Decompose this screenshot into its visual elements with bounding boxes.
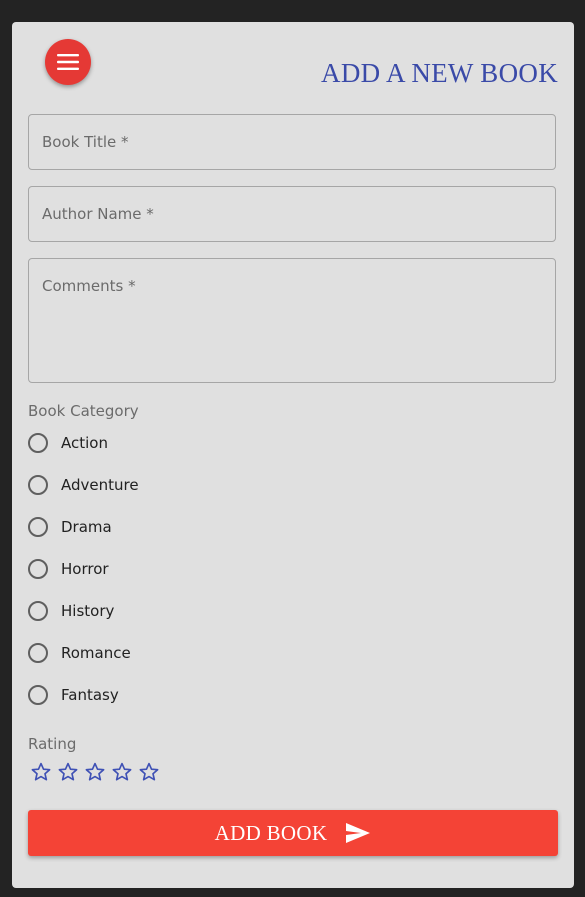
comments-placeholder: Comments * [42,277,136,295]
add-book-button-label: ADD BOOK [214,820,328,845]
radio-button[interactable] [28,643,48,663]
radio-option-fantasy[interactable]: Fantasy [28,683,119,707]
star-outline-icon[interactable] [111,761,133,783]
page-title: ADD A NEW BOOK [321,58,558,88]
radio-button[interactable] [28,559,48,579]
radio-label: Drama [61,518,112,536]
radio-label: Fantasy [61,686,119,704]
comments-field[interactable]: Comments * [28,258,556,383]
radio-option-action[interactable]: Action [28,431,108,455]
rating-stars [30,761,165,783]
author-name-placeholder: Author Name * [42,205,154,223]
book-title-placeholder: Book Title * [42,133,129,151]
radio-button[interactable] [28,475,48,495]
star-outline-icon[interactable] [30,761,52,783]
book-title-field[interactable]: Book Title * [28,114,556,170]
radio-option-drama[interactable]: Drama [28,515,112,539]
radio-button[interactable] [28,685,48,705]
star-outline-icon[interactable] [138,761,160,783]
radio-button[interactable] [28,601,48,621]
author-name-field[interactable]: Author Name * [28,186,556,242]
radio-label: Action [61,434,108,452]
radio-button[interactable] [28,433,48,453]
star-outline-icon[interactable] [84,761,106,783]
book-category-label: Book Category [28,402,139,420]
radio-button[interactable] [28,517,48,537]
menu-icon [57,54,79,70]
radio-label: History [61,602,115,620]
star-outline-icon[interactable] [57,761,79,783]
radio-label: Adventure [61,476,139,494]
send-icon [346,823,371,843]
radio-label: Horror [61,560,109,578]
radio-option-horror[interactable]: Horror [28,557,109,581]
radio-option-romance[interactable]: Romance [28,641,131,665]
radio-label: Romance [61,644,131,662]
radio-option-adventure[interactable]: Adventure [28,473,139,497]
radio-option-history[interactable]: History [28,599,114,623]
rating-label: Rating [28,735,77,753]
add-book-button[interactable]: ADD BOOK [28,810,558,856]
add-book-card: ADD A NEW BOOK Book Title * Author Name … [12,22,574,888]
menu-button[interactable] [45,39,91,85]
